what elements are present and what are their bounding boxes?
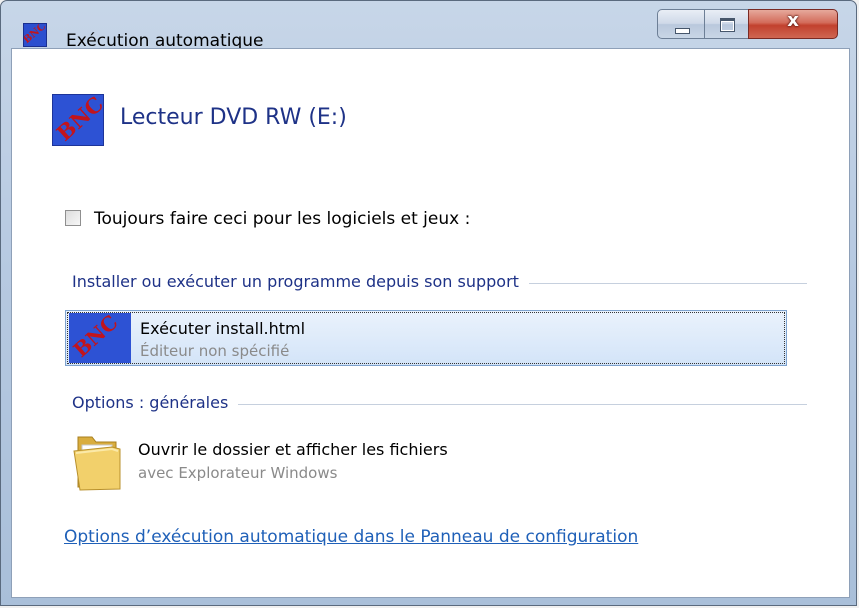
install-section-title: Installer ou exécuter un programme depui… [72, 272, 529, 291]
always-do-this-label[interactable]: Toujours faire ceci pour les logiciels e… [94, 209, 470, 229]
dvd-drive-icon: BNC [52, 94, 104, 146]
install-section-header: Installer ou exécuter un programme depui… [72, 272, 807, 296]
general-section-title: Options : générales [72, 393, 239, 412]
open-folder-title: Ouvrir le dossier et afficher les fichie… [138, 440, 448, 459]
program-icon: BNC [69, 313, 131, 363]
drive-icon-text: BNC [52, 94, 104, 146]
window-content: BNC Lecteur DVD RW (E:) Toujours faire c… [11, 48, 850, 598]
control-panel-autoplay-link[interactable]: Options d’exécution automatique dans le … [64, 527, 638, 547]
maximize-button[interactable] [704, 9, 749, 39]
open-folder-option[interactable]: Ouvrir le dossier et afficher les fichie… [72, 430, 787, 491]
run-option-title: Exécuter install.html [140, 319, 306, 338]
drive-title: Lecteur DVD RW (E:) [120, 105, 347, 130]
title-bar[interactable]: BNC Exécution automatique x [1, 1, 856, 51]
app-icon: BNC [23, 23, 47, 47]
minimize-button[interactable] [657, 9, 705, 39]
maximize-icon [720, 18, 735, 32]
minimize-icon [675, 28, 690, 34]
open-folder-subtitle: avec Explorateur Windows [138, 464, 338, 482]
app-icon-text: BNC [23, 23, 47, 46]
close-button[interactable]: x [748, 9, 838, 39]
general-section-header: Options : générales [72, 393, 807, 417]
program-icon-text: BNC [69, 313, 123, 363]
folder-icon [73, 436, 121, 491]
close-icon: x [787, 10, 799, 31]
run-option-subtitle: Éditeur non spécifié [140, 342, 290, 360]
always-do-this-checkbox[interactable] [65, 210, 81, 226]
autoplay-window: BNC Exécution automatique x BNC Lecteur … [0, 0, 857, 606]
run-install-option[interactable]: BNC Exécuter install.html Éditeur non sp… [65, 310, 787, 366]
